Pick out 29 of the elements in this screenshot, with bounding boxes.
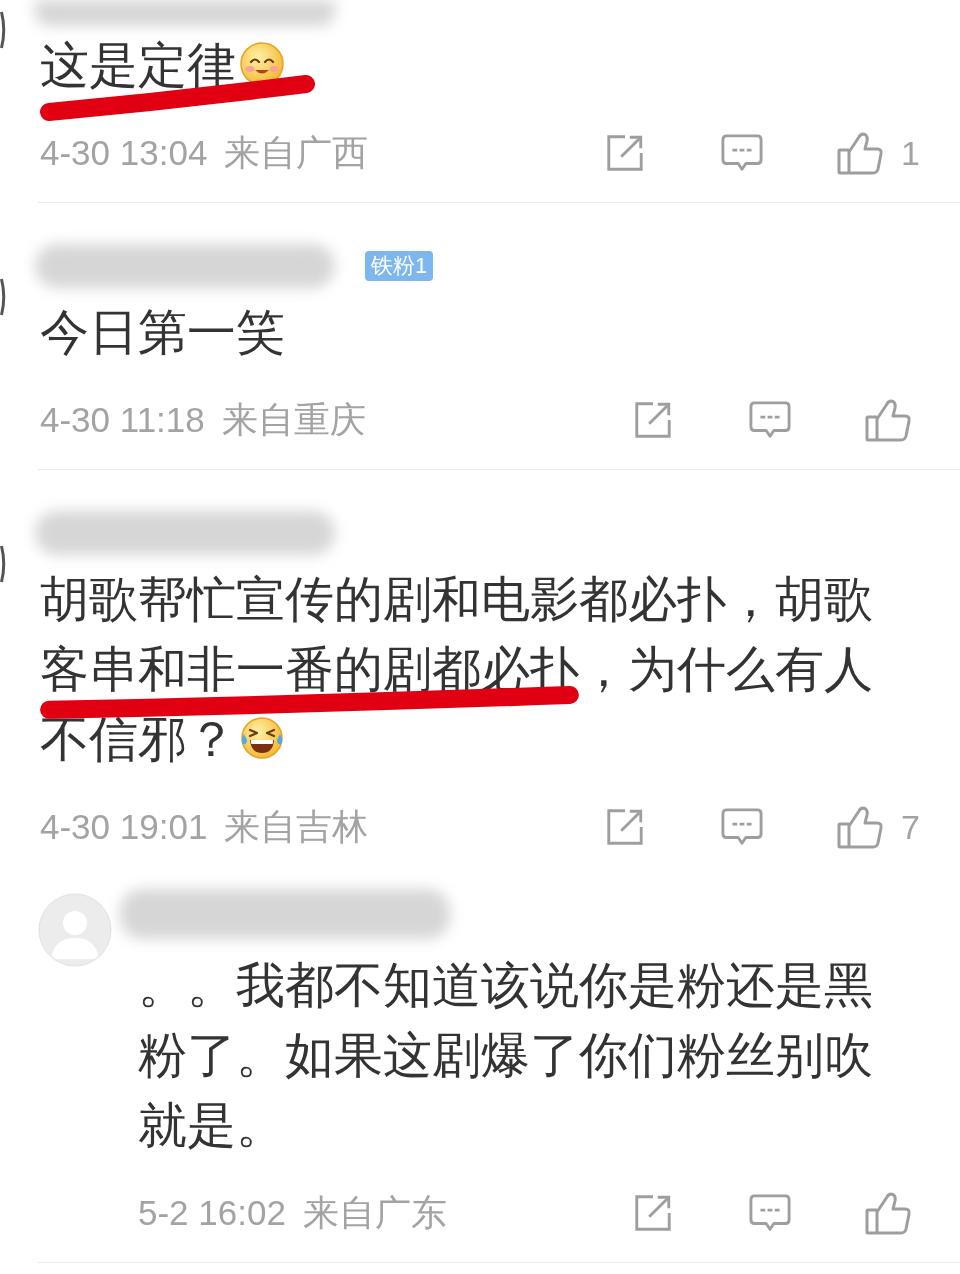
comment-location: 来自重庆 xyxy=(221,398,366,442)
thumbs-up-icon[interactable] xyxy=(836,130,885,176)
comment-location: 来自广西 xyxy=(224,131,369,175)
comment-icon[interactable] xyxy=(748,399,792,441)
laughing-face-icon xyxy=(239,715,285,761)
share-icon[interactable] xyxy=(632,1192,674,1234)
comment-time: 5-2 16:02 xyxy=(138,1191,286,1234)
avatar-edge-icon[interactable] xyxy=(0,277,6,317)
like-count: 1 xyxy=(901,132,920,174)
avatar-edge-icon[interactable] xyxy=(0,544,6,584)
comment-text: 这是定律 xyxy=(40,38,236,92)
comment-location: 来自广东 xyxy=(302,1191,447,1235)
comment-icon[interactable] xyxy=(720,132,765,174)
comment-time: 4-30 11:18 xyxy=(40,398,205,441)
thumbs-up-icon[interactable] xyxy=(864,397,912,443)
share-icon[interactable] xyxy=(632,399,674,441)
thumbs-up-icon[interactable] xyxy=(836,804,885,850)
comment-text: 今日第一笑 xyxy=(40,305,285,359)
fan-level-tag: 铁粉1 xyxy=(365,251,434,281)
comment-time: 4-30 19:01 xyxy=(40,805,208,848)
avatar-edge-icon[interactable] xyxy=(0,10,6,50)
comment-icon[interactable] xyxy=(720,806,765,848)
like-count: 7 xyxy=(901,806,920,848)
comment-icon[interactable] xyxy=(748,1192,792,1234)
thumbs-up-icon[interactable] xyxy=(864,1190,912,1236)
comment-time: 4-30 13:04 xyxy=(40,131,208,174)
comment-text: 不信邪？ xyxy=(40,712,236,766)
comment-text: 。。我都不知道该说你是粉还是黑粉了。如果这剧爆了你们粉丝别吹就是。 xyxy=(138,958,873,1152)
comment-location: 来自吉林 xyxy=(224,805,369,849)
